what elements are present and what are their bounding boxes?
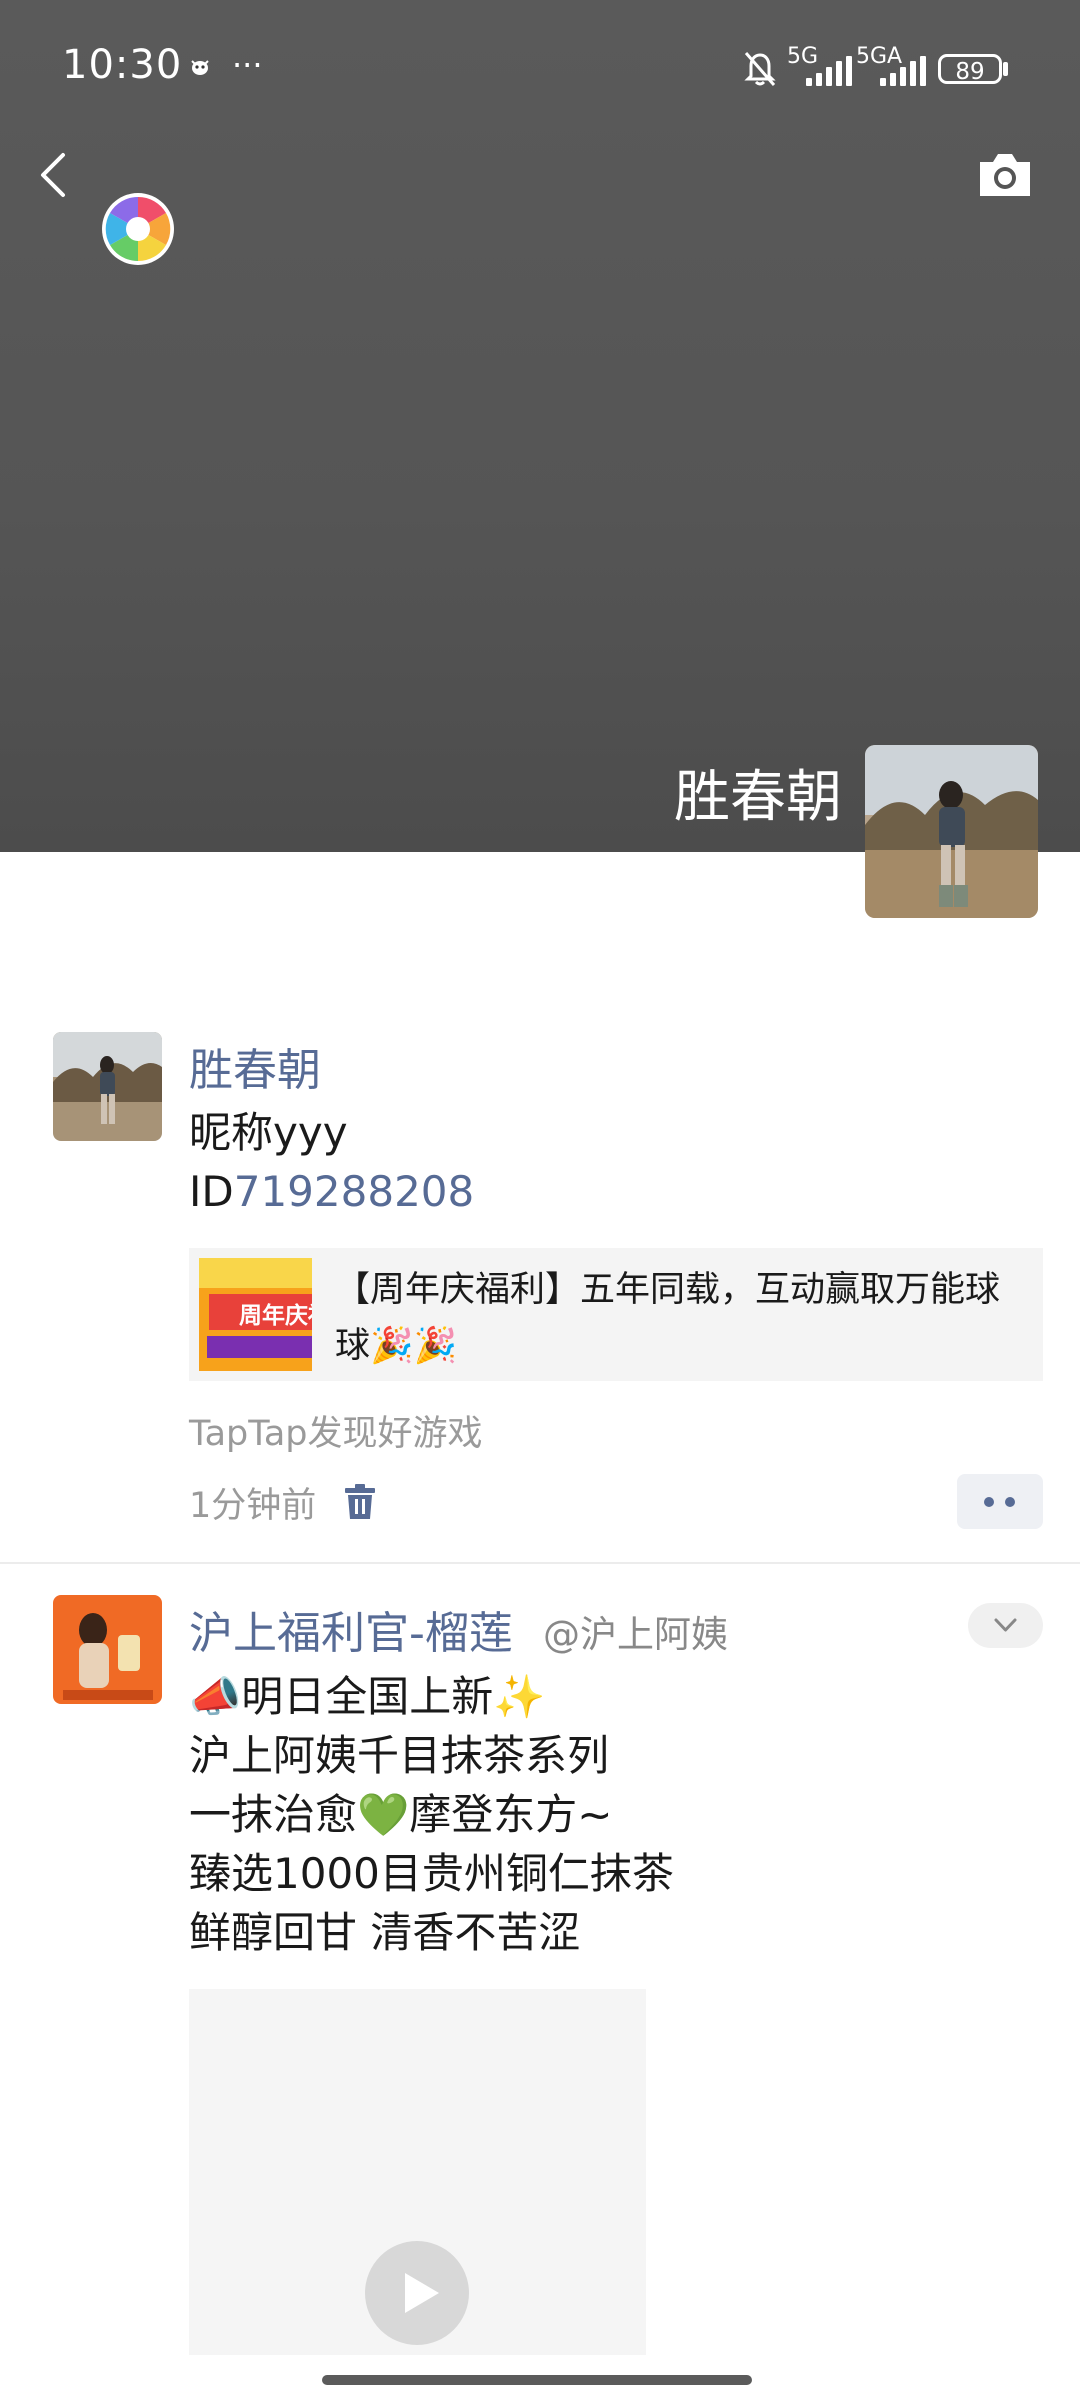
chevron-down-icon — [994, 1618, 1017, 1632]
back-button[interactable] — [30, 145, 80, 205]
post1-avatar[interactable] — [53, 1032, 162, 1141]
post1-nickname-line: 昵称yyy — [189, 1108, 348, 1157]
id-prefix: ID — [189, 1167, 234, 1216]
signal-icon-2 — [880, 56, 926, 86]
dot-icon — [1005, 1497, 1015, 1507]
play-icon — [405, 2273, 439, 2313]
id-number-link[interactable]: 719288208 — [234, 1167, 475, 1216]
link-thumbnail-text: 周年庆福 — [239, 1303, 312, 1329]
cover-background[interactable] — [0, 0, 1080, 852]
collapse-button[interactable] — [968, 1603, 1043, 1648]
post2-line: 臻选1000目贵州铜仁抹茶 — [189, 1849, 674, 1898]
post2-line: 📣明日全国上新✨ — [189, 1672, 546, 1721]
more-actions-button[interactable] — [957, 1474, 1043, 1529]
mute-bell-icon — [741, 48, 779, 88]
post2-line: 沪上阿姨千目抹茶系列 — [189, 1731, 610, 1780]
status-time: 10:30 — [62, 42, 183, 88]
post2-mention[interactable]: @沪上阿姨 — [543, 1604, 728, 1658]
link-thumbnail: 周年庆福 — [199, 1258, 312, 1371]
profile-name: 胜春朝 — [674, 765, 842, 830]
battery-tip — [1003, 62, 1008, 76]
source-label[interactable]: TapTap发现好游戏 — [189, 1405, 483, 1456]
post-divider — [0, 1562, 1080, 1564]
trash-icon — [345, 1484, 375, 1519]
more-notifications: ··· — [232, 46, 263, 84]
post2-author-name[interactable]: 沪上福利官-榴莲 — [189, 1597, 513, 1661]
camera-button[interactable] — [976, 150, 1034, 200]
post2-line: 一抹治愈💚摩登东方~ — [189, 1790, 613, 1839]
signal-icon — [806, 56, 852, 86]
home-indicator[interactable] — [322, 2375, 752, 2385]
post1-author-name[interactable]: 胜春朝 — [189, 1034, 321, 1098]
aperture-logo-icon — [102, 193, 174, 265]
post1-time: 1分钟前 — [189, 1486, 317, 1526]
profile-avatar[interactable] — [865, 745, 1038, 918]
link-title: 【周年庆福利】五年同载，互动赢取万能球球🎉🎉 — [335, 1270, 1001, 1366]
delete-button[interactable] — [343, 1483, 377, 1521]
post1-id-line: ID719288208 — [189, 1162, 474, 1221]
post2-body: 📣明日全国上新✨ 沪上阿姨千目抹茶系列 一抹治愈💚摩登东方~ 臻选1000目贵州… — [189, 1667, 674, 1962]
battery-indicator: 89 — [938, 54, 1002, 85]
play-button[interactable] — [365, 2241, 469, 2345]
dot-icon — [984, 1497, 994, 1507]
post2-line: 鲜醇回甘 清香不苦涩 — [189, 1908, 581, 1957]
camera-icon — [980, 154, 1030, 196]
app-notification-icon — [188, 56, 212, 78]
chevron-left-icon — [41, 153, 65, 197]
post2-avatar[interactable] — [53, 1595, 162, 1704]
